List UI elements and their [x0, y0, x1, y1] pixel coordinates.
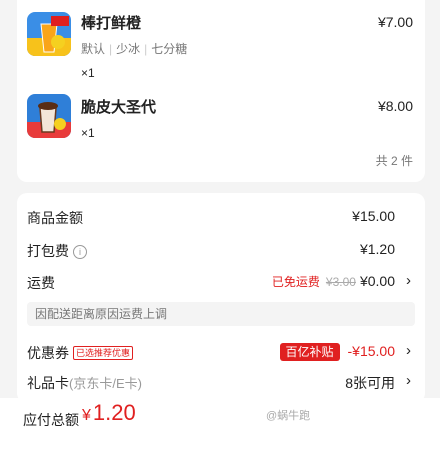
chevron-right-icon[interactable]: ›	[406, 272, 411, 289]
product-price: ¥7.00	[377, 14, 413, 30]
goods-amount-label: 商品金额	[27, 210, 83, 226]
shipping-row[interactable]: 运费 已免运费 ¥3.00 ¥0.00 ›	[27, 272, 411, 295]
currency-symbol: ¥	[82, 407, 91, 424]
spec-divider: |	[144, 42, 148, 56]
subsidy-badge: 百亿补贴	[279, 343, 340, 361]
payment-footer: 应付总额 ¥1.20 @蜗牛跑	[0, 398, 440, 460]
shipping-value-group: 已免运费 ¥3.00 ¥0.00	[272, 273, 395, 290]
gift-card-label: 礼品卡	[27, 375, 69, 391]
payable-total-amount: ¥1.20	[82, 400, 136, 426]
coupon-value: -¥15.00	[347, 343, 395, 359]
order-item[interactable]: 棒打鲜橙 ¥7.00 默认 | 少冰 | 七分糖 ×1	[27, 12, 415, 82]
payable-amount-value: 1.20	[92, 400, 136, 425]
coupon-label-group: 优惠券 已选推荐优惠	[27, 343, 134, 363]
packing-fee-label: 打包费 i	[27, 241, 87, 261]
price-summary-card: 商品金额 ¥15.00 打包费 i ¥1.20 运费 已免运费 ¥3.00 ¥0.00…	[17, 193, 425, 403]
spec-option: 少冰	[116, 42, 141, 56]
item-total-count: 共 2 件	[375, 154, 413, 168]
gift-card-row[interactable]: 礼品卡(京东卡/E卡) 8张可用 ›	[27, 372, 411, 395]
watermark: @蜗牛跑	[266, 410, 311, 422]
product-name: 棒打鲜橙	[81, 15, 142, 32]
original-shipping-fee: ¥3.00	[325, 275, 356, 289]
packing-fee-text: 打包费	[27, 243, 69, 259]
product-price: ¥8.00	[377, 98, 413, 114]
chevron-right-icon[interactable]: ›	[406, 372, 411, 389]
chevron-right-icon[interactable]: ›	[406, 342, 411, 359]
goods-amount-value: ¥15.00	[352, 208, 395, 224]
coupon-value-group: 百亿补贴 -¥15.00	[279, 343, 395, 361]
packing-fee-row: 打包费 i ¥1.20	[27, 241, 411, 263]
order-items-card: 棒打鲜橙 ¥7.00 默认 | 少冰 | 七分糖 ×1 脆皮大圣代 ¥8.00 ×1 共…	[17, 0, 425, 182]
gift-card-sub: (京东卡/E卡)	[69, 376, 142, 391]
goods-amount-row: 商品金额 ¥15.00	[27, 208, 411, 230]
product-spec: 默认 | 少冰 | 七分糖	[81, 40, 187, 57]
spec-option: 七分糖	[151, 42, 188, 56]
shipping-value: ¥0.00	[359, 273, 395, 289]
recommended-tag: 已选推荐优惠	[73, 346, 134, 360]
gift-card-label-group: 礼品卡(京东卡/E卡)	[27, 373, 142, 393]
spec-divider: |	[109, 42, 113, 56]
product-quantity: ×1	[81, 66, 95, 80]
packing-fee-value: ¥1.20	[359, 241, 395, 257]
info-icon[interactable]: i	[73, 245, 87, 259]
payable-total-label: 应付总额	[23, 412, 79, 428]
product-name: 脆皮大圣代	[81, 99, 157, 116]
gift-card-value: 8张可用	[345, 375, 395, 391]
free-shipping-text: 已免运费	[271, 275, 320, 289]
shipping-label: 运费	[27, 275, 55, 291]
order-item[interactable]: 脆皮大圣代 ¥8.00 ×1	[27, 94, 415, 144]
coupon-row[interactable]: 优惠券 已选推荐优惠 百亿补贴 -¥15.00 ›	[27, 342, 411, 365]
product-thumbnail	[27, 12, 71, 56]
spec-option: 默认	[81, 42, 106, 56]
product-quantity: ×1	[81, 126, 95, 140]
product-thumbnail	[27, 94, 71, 138]
shipping-notice: 因配送距离原因运费上调	[27, 302, 415, 326]
coupon-label: 优惠券	[27, 345, 69, 361]
